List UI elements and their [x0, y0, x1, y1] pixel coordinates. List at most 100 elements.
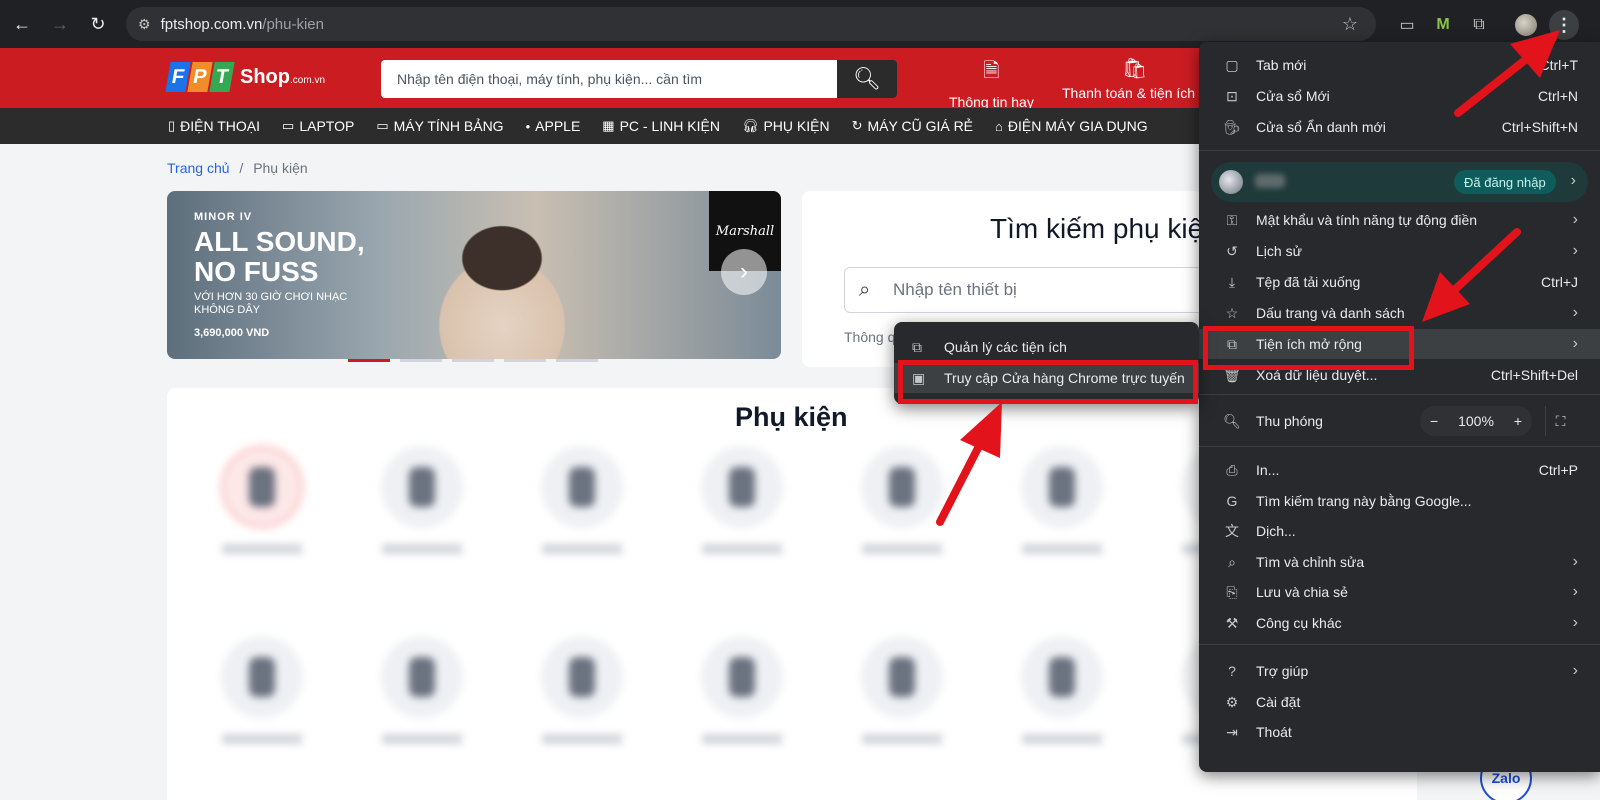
menu-item-settings[interactable]: ⚙ Cài đặt [1199, 687, 1600, 717]
zoom-value: 100% [1458, 413, 1494, 429]
accessory-category-tile[interactable] [682, 636, 802, 744]
header-link-news[interactable]: 🗎 Thông tin hay [949, 56, 1034, 110]
extension-m-icon[interactable]: M [1431, 13, 1455, 37]
back-arrow-icon[interactable]: ← [4, 6, 40, 42]
zoom-control: − 100% + [1420, 406, 1532, 436]
banner-next-arrow-icon[interactable]: › [721, 249, 767, 295]
breadcrumb-home[interactable]: Trang chủ [167, 160, 230, 176]
payment-icon: 🛍 [1122, 58, 1148, 80]
zoom-out-button[interactable]: − [1430, 413, 1438, 429]
profile-avatar[interactable] [1515, 14, 1537, 36]
device-search-input[interactable]: ⌕ Nhập tên thiết bị [844, 267, 1224, 313]
address-bar[interactable]: ⚙ fptshop.com.vn/phu-kien ☆ [126, 7, 1376, 41]
highlight-web-store-item [898, 360, 1198, 404]
zoom-label: Thu phóng [1256, 413, 1323, 429]
chevron-right-icon: › [1572, 211, 1578, 228]
category-nav-item[interactable]: • APPLE [526, 118, 581, 134]
bookmark-star-icon[interactable]: ☆ [1342, 14, 1358, 35]
menu-item-help[interactable]: ? Trợ giúp › [1199, 656, 1600, 686]
menu-item-toolbox[interactable]: ⚒ Công cụ khác › [1199, 608, 1600, 638]
menu-item-download[interactable]: ⤓ Tệp đã tải xuống Ctrl+J [1199, 267, 1600, 297]
menu-item-incognito[interactable]: 🕵︎ Cửa sổ Ẩn danh mới Ctrl+Shift+N [1199, 112, 1600, 142]
accessory-category-label-blurred [222, 734, 302, 744]
banner-dot[interactable] [504, 359, 546, 362]
banner-subtitle: VỚI HƠN 30 GIỜ CHƠI NHẠC KHÔNG DÂY [194, 291, 348, 316]
menu-item-find[interactable]: ⌕ Tìm và chỉnh sửa › [1199, 547, 1600, 577]
category-nav-item[interactable]: ⌂ ĐIỆN MÁY GIA DỤNG [995, 118, 1148, 134]
accessory-category-image [861, 446, 943, 528]
accessory-category-tile[interactable] [522, 446, 642, 554]
accessory-category-tile[interactable] [682, 446, 802, 554]
menu-item-save-share[interactable]: ⎘ Lưu và chia sẻ › [1199, 577, 1600, 607]
zoom-in-button[interactable]: + [1514, 413, 1522, 429]
submenu-manage-extensions[interactable]: ⧉ Quản lý các tiện ích [894, 332, 1199, 362]
banner-dot[interactable] [556, 359, 598, 362]
menu-item-label: In... [1256, 462, 1280, 478]
profile-row[interactable]: Đã đăng nhập › [1211, 162, 1588, 202]
category-nav-label: APPLE [535, 118, 581, 134]
accessory-category-tile[interactable] [362, 636, 482, 744]
menu-item-exit[interactable]: ⇥ Thoát [1199, 717, 1600, 747]
category-nav-item[interactable]: ▯ ĐIỆN THOẠI [168, 118, 260, 134]
tab-search-icon[interactable]: ▭ [1395, 13, 1419, 37]
house-icon: ⌂ [995, 118, 1003, 134]
google-icon: G [1226, 493, 1238, 509]
category-nav-item[interactable]: ▦ PC - LINH KIỆN [602, 118, 720, 134]
chevron-right-icon: › [1570, 172, 1576, 189]
fpt-logo[interactable]: F P T Shop.com.vn [165, 62, 325, 92]
download-icon: ⤓ [1228, 273, 1236, 290]
category-nav-item[interactable]: ↻ MÁY CŨ GIÁ RẺ [852, 118, 973, 134]
menu-item-new-tab[interactable]: ▢ Tab mới Ctrl+T [1199, 50, 1600, 80]
reload-icon[interactable]: ↻ [80, 6, 116, 42]
accessories-title: Phụ kiện [735, 402, 848, 432]
menu-item-new-window[interactable]: ⊡ Cửa sổ Mới Ctrl+N [1199, 81, 1600, 111]
forward-arrow-icon[interactable]: → [42, 6, 78, 42]
puzzle-icon: ⧉ [912, 338, 922, 355]
site-search-input[interactable]: Nhập tên điện thoại, máy tính, phụ kiện.… [381, 60, 837, 98]
category-nav-item[interactable]: ▭ MÁY TÍNH BẢNG [376, 118, 503, 134]
menu-item-shortcut: Ctrl+T [1539, 57, 1579, 73]
accessory-category-tile[interactable] [202, 636, 322, 744]
menu-item-google[interactable]: G Tìm kiếm trang này bằng Google... [1199, 486, 1600, 516]
menu-item-history[interactable]: ↺ Lịch sử › [1199, 236, 1600, 266]
banner-dot[interactable] [400, 359, 442, 362]
banner-dot[interactable] [452, 359, 494, 362]
accessory-category-image [701, 446, 783, 528]
incognito-icon: 🕵︎ [1223, 118, 1241, 135]
accessory-category-tile[interactable] [362, 446, 482, 554]
site-search-button[interactable]: 🔍︎ [837, 60, 897, 98]
refresh-icon: ↻ [851, 118, 863, 133]
fullscreen-icon[interactable]: ⛶ [1545, 406, 1575, 436]
category-nav-label: PHỤ KIỆN [763, 118, 830, 134]
menu-item-star[interactable]: ☆ Dấu trang và danh sách › [1199, 298, 1600, 328]
extensions-puzzle-icon[interactable]: ⧉ [1467, 13, 1491, 37]
save-share-icon: ⎘ [1226, 583, 1238, 600]
promo-banner[interactable]: MINOR IV ALL SOUND, NO FUSS VỚI HƠN 30 G… [167, 191, 781, 359]
chevron-right-icon: › [1572, 583, 1578, 600]
accessory-category-tile[interactable] [1002, 636, 1122, 744]
phone-icon: ▯ [168, 118, 176, 133]
menu-item-label: Tệp đã tải xuống [1256, 274, 1361, 290]
menu-item-label: Mật khẩu và tính năng tự động điền [1256, 212, 1478, 228]
chevron-right-icon: › [1572, 553, 1578, 570]
accessory-category-tile[interactable] [842, 636, 962, 744]
submenu-manage-extensions-label: Quản lý các tiện ích [944, 339, 1067, 355]
accessory-category-tile[interactable] [202, 446, 322, 554]
menu-item-label: Cài đặt [1256, 694, 1301, 710]
category-nav-item[interactable]: ▭ LAPTOP [282, 118, 354, 134]
menu-item-translate[interactable]: 文 Dịch... [1199, 516, 1600, 546]
chrome-menu-kebab-icon[interactable]: ⋮ [1549, 10, 1579, 40]
header-link-payment[interactable]: 🛍 Thanh toán & tiện ích [1062, 56, 1212, 101]
banner-tagline: MINOR IV [194, 211, 253, 223]
category-nav-item[interactable]: 🎧︎ PHỤ KIỆN [742, 118, 830, 134]
banner-dot[interactable] [348, 359, 390, 362]
signed-in-badge: Đã đăng nhập [1454, 170, 1556, 194]
accessory-category-tile[interactable] [522, 636, 642, 744]
accessory-category-tile[interactable] [842, 446, 962, 554]
logo-shop-text: Shop [240, 65, 290, 88]
menu-item-shortcut: Ctrl+Shift+N [1501, 119, 1578, 135]
site-info-icon[interactable]: ⚙ [138, 16, 151, 33]
menu-item-key[interactable]: ⚿ Mật khẩu và tính năng tự động điền › [1199, 205, 1600, 235]
menu-item-print[interactable]: ⎙ In... Ctrl+P [1199, 455, 1600, 485]
accessory-category-tile[interactable] [1002, 446, 1122, 554]
